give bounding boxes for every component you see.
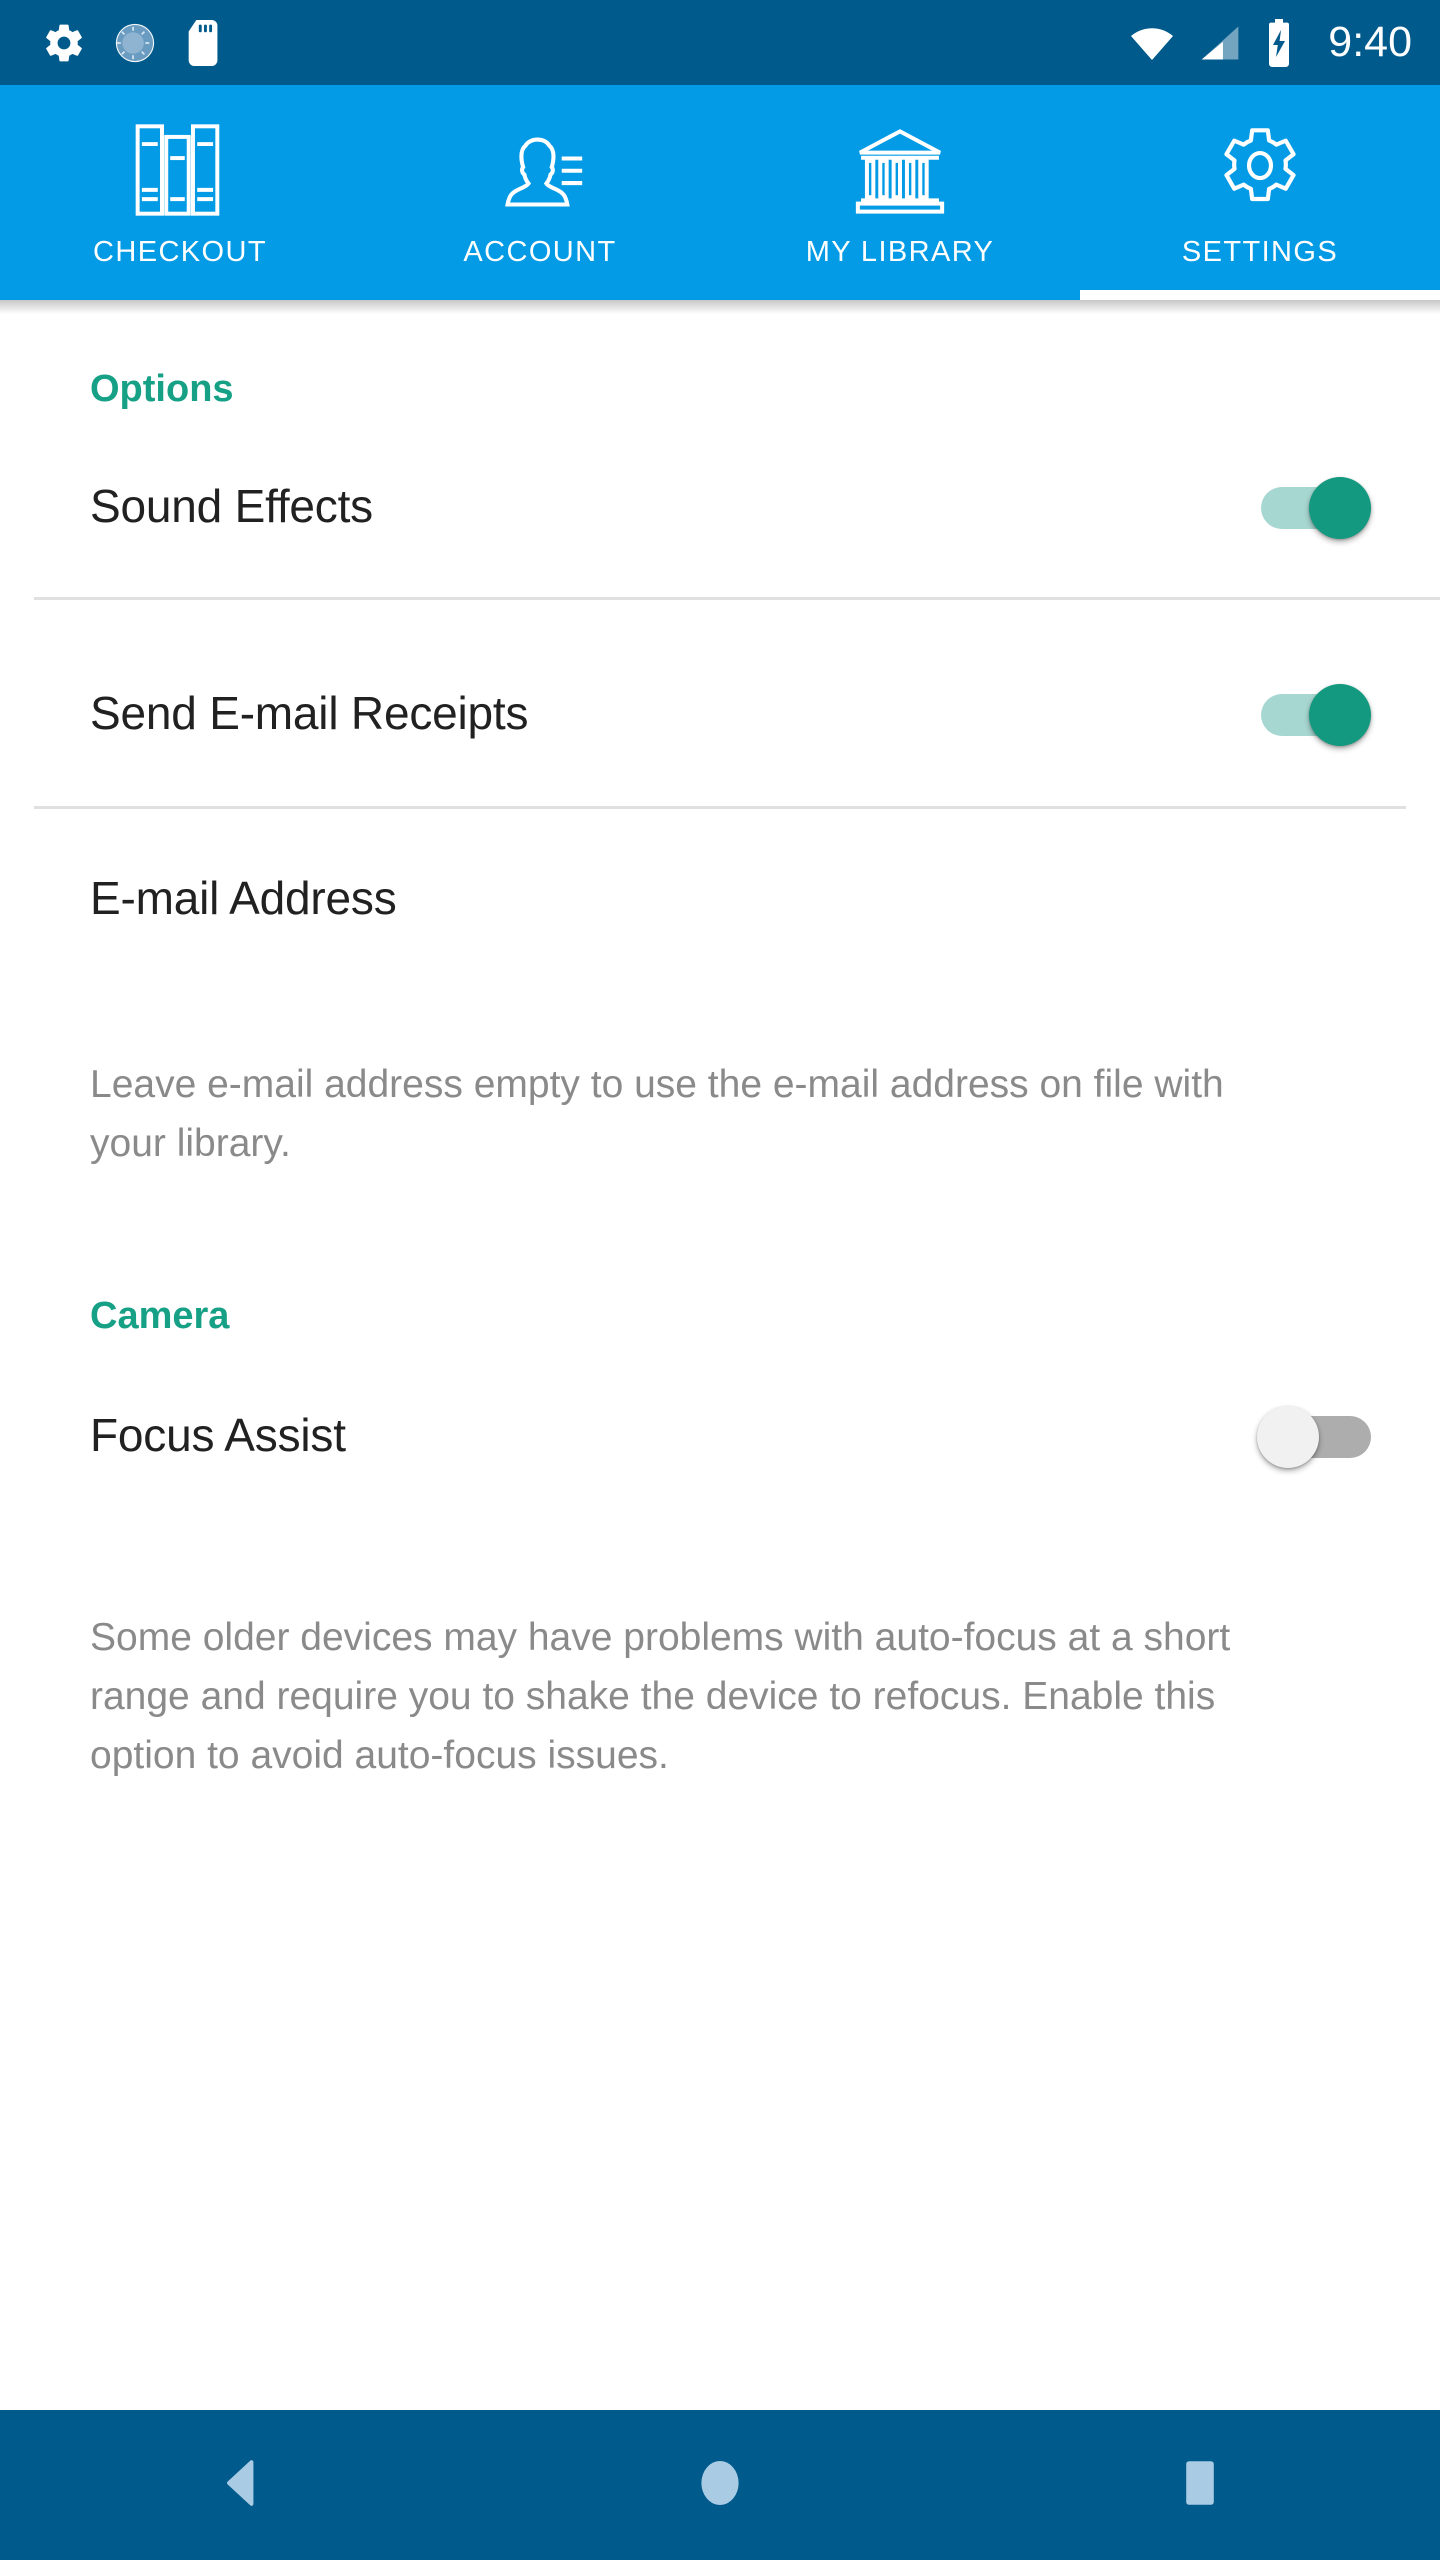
tab-selected-indicator [1080, 290, 1440, 300]
tab-bar: CHECKOUT ACCOUNT MY LIBRARY SETTINGS [0, 85, 1440, 300]
brightness-icon [112, 20, 158, 66]
switch-sound-effects[interactable] [1257, 471, 1375, 541]
wifi-icon [1128, 19, 1176, 67]
tab-settings[interactable]: SETTINGS [1080, 85, 1440, 300]
switch-send-email-receipts[interactable] [1257, 678, 1375, 748]
tab-label-account: ACCOUNT [463, 236, 617, 268]
tab-checkout[interactable]: CHECKOUT [0, 85, 360, 300]
back-triangle-icon [220, 2459, 260, 2511]
email-address-field[interactable]: E-mail Address [0, 871, 1440, 925]
tab-label-checkout: CHECKOUT [93, 236, 267, 268]
tab-account[interactable]: ACCOUNT [360, 85, 720, 300]
books-icon [135, 122, 225, 218]
nav-back-button[interactable] [0, 2459, 480, 2511]
system-navigation-bar [0, 2410, 1440, 2560]
settings-content: Options Sound Effects Send E-mail Receip… [0, 300, 1440, 2410]
pref-row-send-email-receipts[interactable]: Send E-mail Receipts [0, 658, 1440, 768]
status-bar-right-icons: 9:40 [1128, 18, 1412, 67]
cell-signal-icon [1198, 21, 1242, 65]
pref-row-focus-assist[interactable]: Focus Assist [0, 1380, 1440, 1490]
pref-row-sound-effects[interactable]: Sound Effects [0, 451, 1440, 561]
email-address-placeholder: E-mail Address [90, 872, 397, 924]
gear-icon [1213, 122, 1307, 218]
status-bar-left-icons [42, 19, 224, 66]
help-text-focus-assist: Some older devices may have problems wit… [90, 1616, 1231, 1777]
tab-my-library[interactable]: MY LIBRARY [720, 85, 1080, 300]
person-lines-icon [494, 122, 586, 218]
recents-square-icon [1185, 2460, 1215, 2511]
home-circle-icon [699, 2460, 741, 2511]
section-header-camera: Camera [90, 1295, 230, 1337]
switch-focus-assist[interactable] [1257, 1400, 1375, 1470]
app-screen: 9:40 CHECKOUT ACCOUNT MY LIBRARY SETTING… [0, 0, 1440, 2560]
nav-home-button[interactable] [480, 2460, 960, 2511]
pref-title-focus-assist: Focus Assist [90, 1409, 346, 1461]
help-text-email: Leave e-mail address empty to use the e-… [90, 1063, 1224, 1165]
nav-recents-button[interactable] [960, 2460, 1440, 2511]
tab-label-my-library: MY LIBRARY [805, 236, 995, 268]
switch-thumb [1309, 477, 1371, 539]
pref-title-send-email-receipts: Send E-mail Receipts [90, 687, 529, 739]
library-building-icon [852, 122, 948, 218]
gear-icon [42, 21, 86, 65]
switch-thumb [1257, 1406, 1319, 1468]
switch-thumb [1309, 684, 1371, 746]
pref-title-sound-effects: Sound Effects [90, 480, 373, 532]
sd-card-icon [184, 19, 224, 66]
status-clock: 9:40 [1328, 18, 1412, 66]
section-header-options: Options [90, 368, 234, 410]
tab-label-settings: SETTINGS [1181, 236, 1339, 268]
status-bar: 9:40 [0, 0, 1440, 85]
battery-charging-icon [1264, 18, 1294, 67]
